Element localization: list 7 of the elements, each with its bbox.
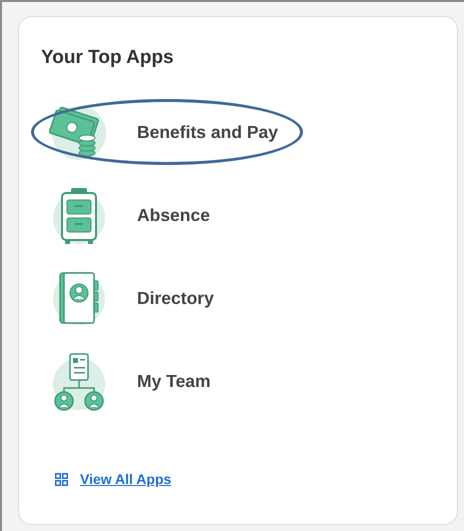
app-item[interactable]: Benefits and Pay [41,91,278,174]
grid-icon [55,472,68,486]
app-item[interactable]: My Team [41,340,211,423]
app-item[interactable]: Directory [41,257,214,340]
card-title: Your Top Apps [41,47,175,69]
view-all-apps-link[interactable]: View All Apps [80,471,172,487]
app-item[interactable]: Absence [41,174,210,257]
